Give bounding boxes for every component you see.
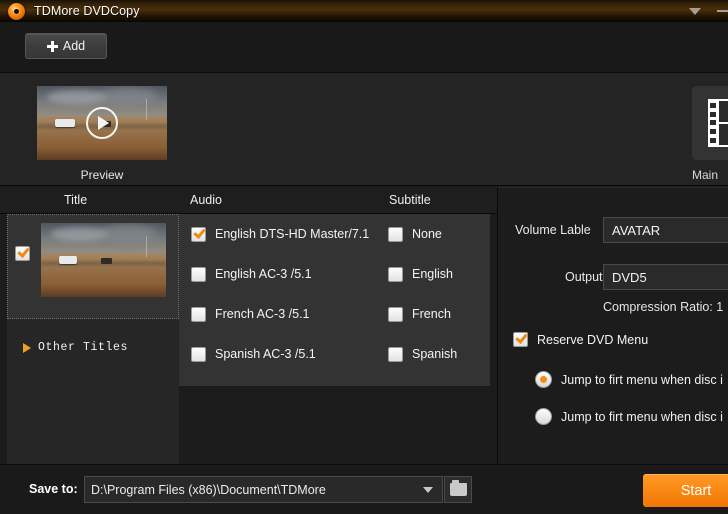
toolbar: Add xyxy=(0,22,728,73)
subtitle-checkbox[interactable] xyxy=(388,266,403,282)
chevron-down-icon[interactable] xyxy=(414,477,442,502)
thumbnail-cloud xyxy=(51,227,109,241)
preview-cell[interactable]: Preview xyxy=(37,86,167,182)
other-titles-section: Other Titles xyxy=(7,319,179,464)
folder-icon xyxy=(449,480,467,496)
browse-folder-button[interactable] xyxy=(444,476,472,503)
audio-track-label: English AC-3 /5.1 xyxy=(215,267,312,281)
column-header-subtitle: Subtitle xyxy=(389,193,431,207)
app-window: TDMore DVDCopy Add Preview Main Title Au… xyxy=(0,0,728,514)
reserve-dvd-menu-checkbox[interactable] xyxy=(513,332,528,347)
settings-panel: Volume Lable AVATAR Output DVD5 Compress… xyxy=(497,187,728,464)
triangle-right-icon xyxy=(23,342,31,353)
subtitle-item[interactable]: None xyxy=(388,214,457,254)
volume-label-input[interactable]: AVATAR xyxy=(603,217,728,243)
start-button[interactable]: Start xyxy=(643,474,728,507)
title-row-checkbox[interactable] xyxy=(15,246,30,261)
audio-track-item[interactable]: English DTS-HD Master/7.1 xyxy=(191,214,369,254)
audio-track-item[interactable]: English AC-3 /5.1 xyxy=(191,254,369,294)
thumbnail-car xyxy=(101,257,113,265)
plus-icon xyxy=(46,40,58,52)
menu-option-radio[interactable] xyxy=(535,408,552,425)
thumbnail-pole xyxy=(146,236,147,258)
subtitle-item[interactable]: French xyxy=(388,294,457,334)
main-movie-tile xyxy=(692,86,728,160)
thumbnail-cloud xyxy=(101,224,156,241)
table-header: Title Audio Subtitle xyxy=(0,187,497,214)
subtitle-item[interactable]: English xyxy=(388,254,457,294)
title-row[interactable] xyxy=(7,214,179,319)
audio-track-checkbox[interactable] xyxy=(191,346,206,362)
column-header-audio: Audio xyxy=(190,193,222,207)
audio-track-label: English DTS-HD Master/7.1 xyxy=(215,227,370,241)
thumbnail-cloud xyxy=(47,90,108,104)
film-perforations xyxy=(708,99,718,147)
main-movie-cell[interactable]: Main xyxy=(692,86,728,182)
save-to-input[interactable]: D:\Program Files (x86)\Document\TDMore xyxy=(85,483,414,497)
menu-option-row[interactable]: Jump to firt menu when disc i xyxy=(535,408,723,425)
subtitle-label: English xyxy=(412,267,453,281)
save-to-label: Save to: xyxy=(29,482,78,496)
column-header-title: Title xyxy=(64,193,88,207)
menu-option-row[interactable]: Jump to firt menu when disc i xyxy=(535,371,723,388)
play-icon[interactable] xyxy=(86,107,118,139)
audio-track-checkbox[interactable] xyxy=(191,306,206,322)
preview-thumbnail xyxy=(37,86,167,160)
subtitle-label: None xyxy=(412,227,442,241)
save-to-combobox[interactable]: D:\Program Files (x86)\Document\TDMore xyxy=(84,476,443,503)
audio-track-checkbox[interactable] xyxy=(191,266,206,282)
audio-track-item[interactable]: Spanish AC-3 /5.1 xyxy=(191,334,369,374)
table-body: Other Titles English DTS-HD Master/7.1 E… xyxy=(0,214,669,464)
reserve-dvd-menu-label: Reserve DVD Menu xyxy=(537,332,649,347)
preview-strip: Preview Main xyxy=(0,73,728,186)
volume-label-caption: Volume Lable xyxy=(515,223,591,237)
film-strip-icon xyxy=(708,99,728,147)
app-title: TDMore DVDCopy xyxy=(34,4,140,18)
chevron-down-icon[interactable] xyxy=(689,7,701,15)
tracks-panel: English DTS-HD Master/7.1 English AC-3 /… xyxy=(179,214,669,386)
menu-option-radio[interactable] xyxy=(535,371,552,388)
title-bar: TDMore DVDCopy xyxy=(0,0,728,22)
dvd-disc-icon xyxy=(8,2,25,20)
subtitle-checkbox[interactable] xyxy=(388,226,403,242)
subtitle-list: None English French Spanish xyxy=(388,214,457,374)
title-row-thumbnail xyxy=(41,223,166,297)
output-caption: Output xyxy=(565,270,603,284)
subtitle-label: Spanish xyxy=(412,347,458,361)
audio-track-label: Spanish AC-3 /5.1 xyxy=(215,347,316,361)
audio-track-label: French AC-3 /5.1 xyxy=(215,307,310,321)
window-controls xyxy=(689,0,728,22)
add-button-label: Add xyxy=(62,39,86,53)
film-frames xyxy=(718,99,728,147)
subtitle-item[interactable]: Spanish xyxy=(388,334,457,374)
output-input[interactable]: DVD5 xyxy=(603,264,728,290)
thumbnail-cloud xyxy=(99,87,157,104)
thumbnail-pole xyxy=(146,99,148,121)
add-button[interactable]: Add xyxy=(25,33,107,59)
subtitle-checkbox[interactable] xyxy=(388,306,403,322)
subtitle-label: French xyxy=(412,307,451,321)
title-row-checkbox-wrap xyxy=(15,246,30,261)
audio-track-item[interactable]: French AC-3 /5.1 xyxy=(191,294,369,334)
bottom-bar: Save to: D:\Program Files (x86)\Document… xyxy=(0,464,728,514)
audio-track-list: English DTS-HD Master/7.1 English AC-3 /… xyxy=(191,214,369,374)
compression-ratio-text: Compression Ratio: 1 xyxy=(603,300,724,314)
preview-label: Preview xyxy=(80,168,124,182)
main-movie-label: Main xyxy=(692,168,719,182)
other-titles-toggle[interactable]: Other Titles xyxy=(23,341,128,354)
thumbnail-car xyxy=(58,256,78,265)
thumbnail-car xyxy=(55,119,75,128)
minimize-icon[interactable] xyxy=(717,10,728,12)
subtitle-checkbox[interactable] xyxy=(388,346,403,362)
menu-option-label: Jump to firt menu when disc i xyxy=(561,372,723,387)
audio-track-checkbox[interactable] xyxy=(191,226,206,242)
reserve-dvd-menu-row[interactable]: Reserve DVD Menu xyxy=(513,332,648,347)
menu-option-label: Jump to firt menu when disc i xyxy=(561,409,723,424)
other-titles-label: Other Titles xyxy=(38,341,129,354)
